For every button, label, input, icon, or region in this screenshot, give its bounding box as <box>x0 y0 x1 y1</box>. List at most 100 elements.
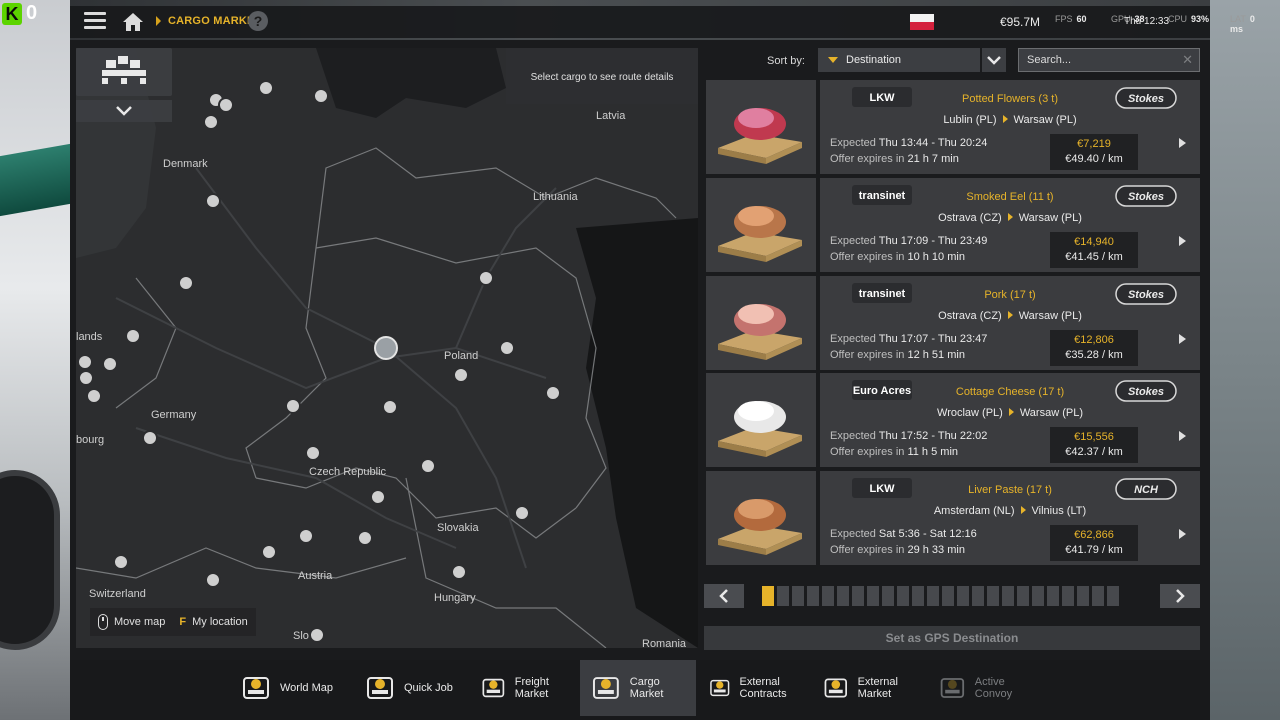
offer-card[interactable]: LKW Liver Paste (17 t) NCH Amsterdam (NL… <box>820 471 1200 565</box>
expected-time: Expected Sat 5:36 - Sat 12:16 <box>830 528 977 540</box>
external-contracts-icon <box>710 679 730 697</box>
game-clock: Thu 12:33 <box>1124 16 1170 27</box>
open-offer-chevron-icon[interactable] <box>1179 334 1186 344</box>
company-logo: LKW <box>850 477 914 499</box>
overlay-k-logo: K <box>2 3 22 25</box>
my-location-button[interactable]: My location <box>192 616 248 628</box>
page-indicator[interactable] <box>792 586 804 606</box>
page-indicator[interactable] <box>942 586 954 606</box>
cargo-offer-row[interactable]: Euro Acres Cottage Cheese (17 t) Stokes … <box>706 373 1200 467</box>
page-indicator[interactable] <box>972 586 984 606</box>
pager <box>704 584 1200 608</box>
page-indicator[interactable] <box>822 586 834 606</box>
page-indicator[interactable] <box>1107 586 1119 606</box>
nav-world-map[interactable]: World Map <box>230 660 348 716</box>
payment-total: €7,219 <box>1077 138 1111 150</box>
page-indicator[interactable] <box>1017 586 1029 606</box>
country-label: lands <box>76 331 103 343</box>
cargo-market-icon <box>592 677 619 699</box>
offer-expiry: Offer expires in 12 h 51 min <box>830 349 965 361</box>
page-indicator[interactable] <box>957 586 969 606</box>
cargo-offer-row[interactable]: transinet Smoked Eel (11 t) Stokes Ostra… <box>706 178 1200 272</box>
route: Wroclaw (PL) Warsaw (PL) <box>860 407 1160 419</box>
prev-page-button[interactable] <box>704 584 744 608</box>
country-label: Germany <box>151 409 197 421</box>
sort-bar: Sort by: Destination Search... ✕ <box>704 48 1204 74</box>
page-indicator[interactable] <box>912 586 924 606</box>
offer-card[interactable]: Euro Acres Cottage Cheese (17 t) Stokes … <box>820 373 1200 467</box>
chevron-left-icon <box>719 589 728 603</box>
offer-expiry: Offer expires in 10 h 10 min <box>830 251 965 263</box>
page-indicator[interactable] <box>837 586 849 606</box>
page-indicator[interactable] <box>1032 586 1044 606</box>
page-indicator[interactable] <box>897 586 909 606</box>
route-arrow-icon <box>1007 311 1013 319</box>
next-page-button[interactable] <box>1160 584 1200 608</box>
page-indicator[interactable] <box>927 586 939 606</box>
page-indicator[interactable] <box>852 586 864 606</box>
cargo-thumbnail <box>706 276 816 370</box>
page-indicator[interactable] <box>777 586 789 606</box>
cargo-thumbnail <box>706 178 816 272</box>
cargo-filter-button[interactable] <box>76 48 172 96</box>
page-indicator[interactable] <box>1092 586 1104 606</box>
route-arrow-icon <box>1002 115 1008 123</box>
route-origin: Lublin (PL) <box>943 114 997 126</box>
route: Lublin (PL) Warsaw (PL) <box>860 114 1160 126</box>
offer-card[interactable]: transinet Smoked Eel (11 t) Stokes Ostra… <box>820 178 1200 272</box>
open-offer-chevron-icon[interactable] <box>1179 236 1186 246</box>
home-icon[interactable] <box>122 12 144 32</box>
open-offer-chevron-icon[interactable] <box>1179 431 1186 441</box>
payment-per-km: €41.45 / km <box>1065 251 1123 263</box>
sort-dropdown-button[interactable] <box>982 48 1006 72</box>
nav-freight-market[interactable]: Freight Market <box>470 660 574 716</box>
search-input[interactable]: Search... ✕ <box>1018 48 1200 72</box>
page-indicator[interactable] <box>762 586 774 606</box>
country-label: Slo <box>293 630 309 642</box>
nav-external-contracts[interactable]: External Contracts <box>698 660 806 716</box>
sort-value: Destination <box>846 54 902 66</box>
route-arrow-icon <box>1007 213 1013 221</box>
sort-select[interactable]: Destination <box>818 48 980 72</box>
page-indicator[interactable] <box>1062 586 1074 606</box>
help-button[interactable]: ? <box>248 11 268 31</box>
menu-icon[interactable] <box>84 12 106 30</box>
payment-total: €62,866 <box>1074 529 1114 541</box>
cargo-offer-row[interactable]: transinet Pork (17 t) Stokes Ostrava (CZ… <box>706 276 1200 370</box>
payment-per-km: €35.28 / km <box>1065 349 1123 361</box>
clear-search-icon[interactable]: ✕ <box>1182 52 1193 68</box>
offer-card[interactable]: LKW Potted Flowers (3 t) Stokes Lublin (… <box>820 80 1200 174</box>
page-indicator[interactable] <box>987 586 999 606</box>
cargo-offer-row[interactable]: LKW Potted Flowers (3 t) Stokes Lublin (… <box>706 80 1200 174</box>
page-indicator[interactable] <box>1047 586 1059 606</box>
payment-per-km: €49.40 / km <box>1065 153 1123 165</box>
expand-chevron-down-icon[interactable] <box>76 100 172 122</box>
route-destination: Warsaw (PL) <box>1018 310 1082 322</box>
page-indicator[interactable] <box>807 586 819 606</box>
client-logo: Stokes <box>1114 86 1178 110</box>
payment-per-km: €42.37 / km <box>1065 446 1123 458</box>
open-offer-chevron-icon[interactable] <box>1179 529 1186 539</box>
svg-text:LKW: LKW <box>869 92 895 104</box>
page-indicator[interactable] <box>882 586 894 606</box>
fps-stat: FPS 60 <box>1055 14 1087 24</box>
svg-text:transinet: transinet <box>859 288 906 300</box>
nav-external-market[interactable]: External Market <box>812 660 924 716</box>
svg-text:Stokes: Stokes <box>1128 386 1164 398</box>
page-indicator[interactable] <box>867 586 879 606</box>
nav-cargo-market[interactable]: Cargo Market <box>580 660 696 716</box>
page-indicator[interactable] <box>1002 586 1014 606</box>
open-offer-chevron-icon[interactable] <box>1179 138 1186 148</box>
set-gps-destination-button[interactable]: Set as GPS Destination <box>704 626 1200 650</box>
cargo-name: Smoked Eel (11 t) <box>966 191 1054 203</box>
page-indicator[interactable] <box>1077 586 1089 606</box>
page-indicators <box>762 586 1119 606</box>
cargo-offer-row[interactable]: LKW Liver Paste (17 t) NCH Amsterdam (NL… <box>706 471 1200 565</box>
nav-label: External Market <box>857 676 898 700</box>
country-label: Hungary <box>434 592 476 604</box>
country-label: Poland <box>444 350 479 362</box>
nav-quick-job[interactable]: Quick Job <box>354 660 464 716</box>
chevron-right-icon <box>1176 589 1185 603</box>
route-map[interactable]: Select cargo to see route details Latvia… <box>76 48 698 648</box>
offer-card[interactable]: transinet Pork (17 t) Stokes Ostrava (CZ… <box>820 276 1200 370</box>
